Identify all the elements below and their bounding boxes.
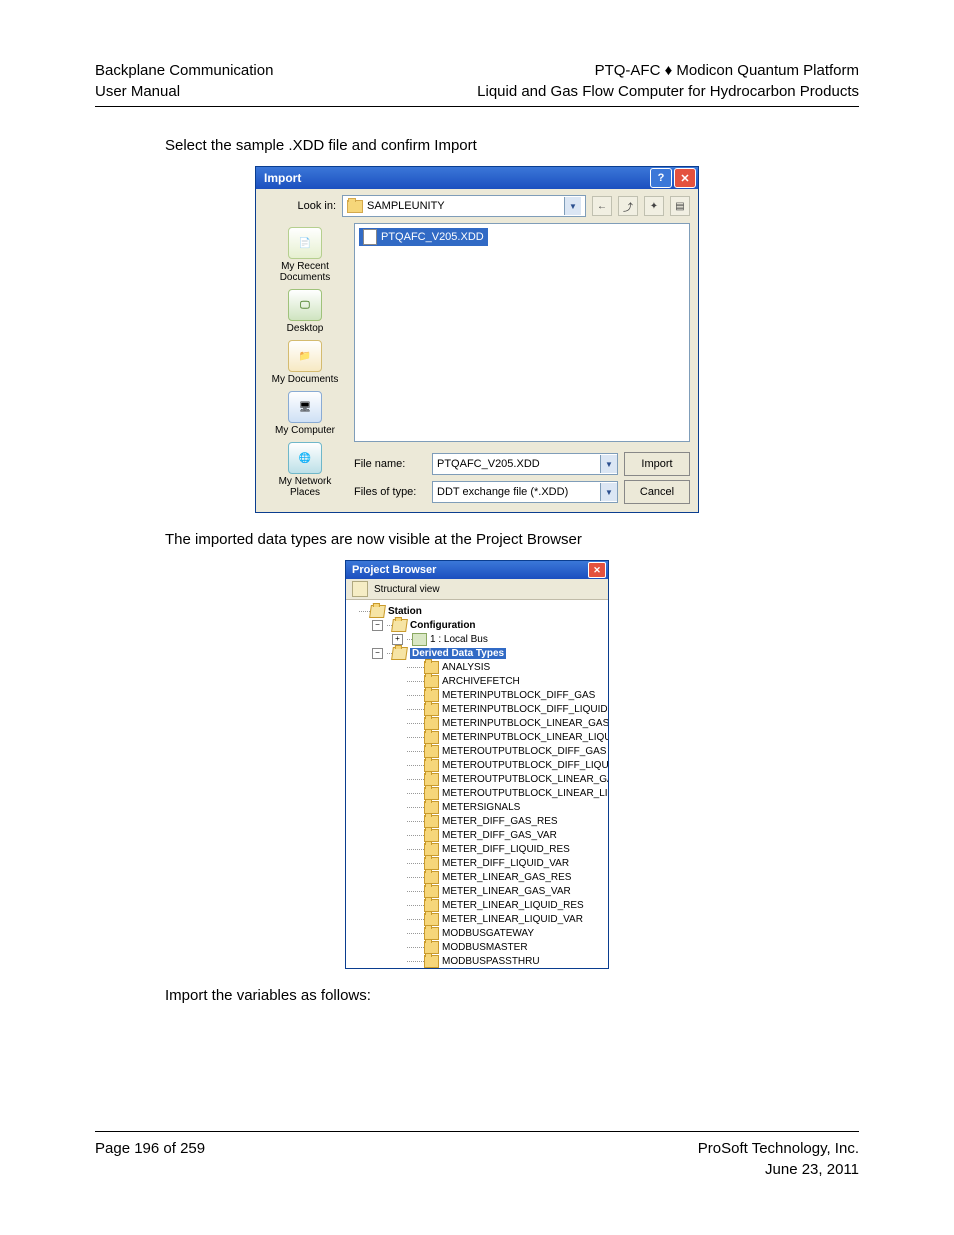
folder-icon <box>347 200 363 213</box>
tree-row[interactable]: ·········METEROUTPUTBLOCK_DIFF_LIQUID <box>352 758 608 772</box>
look-in-label: Look in: <box>264 200 336 212</box>
project-tree[interactable]: ······Station−···Configuration+···1 : Lo… <box>346 600 608 968</box>
file-name-label: File name: <box>354 458 426 470</box>
instruction-text-1: Select the sample .XDD file and confirm … <box>165 137 859 154</box>
footer-company: ProSoft Technology, Inc. <box>698 1138 859 1159</box>
project-browser-window: Project Browser ✕ Structural view ······… <box>345 560 609 969</box>
project-browser-titlebar[interactable]: Project Browser ✕ <box>346 561 608 579</box>
toolbar-label: Structural view <box>374 584 440 595</box>
tree-row[interactable]: ·········METEROUTPUTBLOCK_DIFF_GAS <box>352 744 608 758</box>
tree-row[interactable]: ·········METER_DIFF_GAS_VAR <box>352 828 608 842</box>
place-recent[interactable]: 📄My Recent Documents <box>264 227 346 283</box>
structural-view-icon[interactable] <box>352 581 368 597</box>
back-icon[interactable]: ← <box>592 196 612 216</box>
folder-open-icon <box>391 619 408 632</box>
minus-icon[interactable]: − <box>372 620 383 631</box>
file-icon <box>363 229 377 245</box>
new-folder-icon[interactable]: ✦ <box>644 196 664 216</box>
file-list[interactable]: PTQAFC_V205.XDD <box>354 223 690 442</box>
import-button[interactable]: Import <box>624 452 690 476</box>
tree-row[interactable]: ·········ANALYSIS <box>352 660 608 674</box>
place-network[interactable]: 🌐My Network Places <box>264 442 346 498</box>
views-icon[interactable]: ▤ <box>670 196 690 216</box>
tree-row[interactable]: ·········ARCHIVEFETCH <box>352 674 608 688</box>
close-icon[interactable]: ✕ <box>674 168 696 188</box>
tree-row[interactable]: ·········METERINPUTBLOCK_LINEAR_LIQUID <box>352 730 608 744</box>
dialog-title: Import <box>264 171 301 185</box>
tree-row[interactable]: ·········METERINPUTBLOCK_LINEAR_GAS <box>352 716 608 730</box>
chevron-down-icon[interactable]: ▼ <box>600 483 617 501</box>
tree-row[interactable]: ·········METER_LINEAR_GAS_RES <box>352 870 608 884</box>
tree-row[interactable]: ·········METERSIGNALS <box>352 800 608 814</box>
close-icon[interactable]: ✕ <box>588 562 606 578</box>
import-dialog: Import ? ✕ Look in: SAMPLEUNITY ▼ ← ⤴ ✦ … <box>255 166 699 513</box>
page-footer: Page 196 of 259 ProSoft Technology, Inc.… <box>95 1131 859 1180</box>
chevron-down-icon[interactable]: ▼ <box>600 455 617 473</box>
look-in-combo[interactable]: SAMPLEUNITY ▼ <box>342 195 586 217</box>
files-type-label: Files of type: <box>354 486 426 498</box>
dialog-titlebar[interactable]: Import ? ✕ <box>256 167 698 189</box>
tree-row[interactable]: ·········MODBUSMASTER <box>352 940 608 954</box>
tree-row[interactable]: −···Derived Data Types <box>352 646 608 660</box>
help-icon[interactable]: ? <box>650 168 672 188</box>
tree-row[interactable]: ·········MODBUSPASSTHRU <box>352 954 608 968</box>
tree-row[interactable]: ·········METER_LINEAR_LIQUID_RES <box>352 898 608 912</box>
tree-row[interactable]: ·········METEROUTPUTBLOCK_LINEAR_LIQUID <box>352 786 608 800</box>
tree-row[interactable]: ·········METEROUTPUTBLOCK_LINEAR_GAS <box>352 772 608 786</box>
tree-row[interactable]: ·········METER_LINEAR_LIQUID_VAR <box>352 912 608 926</box>
tree-row[interactable]: −···Configuration <box>352 618 608 632</box>
look-in-value: SAMPLEUNITY <box>367 200 445 212</box>
tree-row[interactable]: ·········METER_DIFF_LIQUID_VAR <box>352 856 608 870</box>
instruction-text-2: The imported data types are now visible … <box>165 531 859 548</box>
minus-icon[interactable]: − <box>372 648 383 659</box>
tree-row[interactable]: ·········METERINPUTBLOCK_DIFF_GAS <box>352 688 608 702</box>
footer-date: June 23, 2011 <box>698 1159 859 1180</box>
header-left-1: Backplane Communication <box>95 60 273 81</box>
files-type-combo[interactable]: DDT exchange file (*.XDD) ▼ <box>432 481 618 503</box>
chevron-down-icon[interactable]: ▼ <box>564 197 581 215</box>
plus-icon[interactable]: + <box>392 634 403 645</box>
instruction-text-3: Import the variables as follows: <box>165 987 859 1004</box>
page-header: Backplane Communication User Manual PTQ-… <box>95 60 859 107</box>
header-right-2: Liquid and Gas Flow Computer for Hydroca… <box>477 81 859 102</box>
folder-open-icon <box>391 647 408 660</box>
tree-row[interactable]: ·········METER_DIFF_LIQUID_RES <box>352 842 608 856</box>
tree-row[interactable]: ·········METER_LINEAR_GAS_VAR <box>352 884 608 898</box>
place-mydocs[interactable]: 📁My Documents <box>272 340 339 385</box>
tree-row[interactable]: +···1 : Local Bus <box>352 632 608 646</box>
file-item-selected[interactable]: PTQAFC_V205.XDD <box>359 228 488 246</box>
header-left-2: User Manual <box>95 81 273 102</box>
place-mycomputer[interactable]: 🖥My Computer <box>275 391 335 436</box>
tree-row[interactable]: ·········MODBUSGATEWAY <box>352 926 608 940</box>
bus-icon <box>412 633 427 646</box>
cancel-button[interactable]: Cancel <box>624 480 690 504</box>
up-folder-icon[interactable]: ⤴ <box>618 196 638 216</box>
header-right-1: PTQ-AFC ♦ Modicon Quantum Platform <box>477 60 859 81</box>
places-bar: 📄My Recent Documents 🖵Desktop 📁My Docume… <box>264 223 346 504</box>
file-name-input[interactable]: PTQAFC_V205.XDD ▼ <box>432 453 618 475</box>
tree-row[interactable]: ·········METERINPUTBLOCK_DIFF_LIQUID <box>352 702 608 716</box>
folder-open-icon <box>369 605 386 618</box>
project-browser-title: Project Browser <box>352 564 436 576</box>
footer-page: Page 196 of 259 <box>95 1138 205 1180</box>
tree-row[interactable]: ······Station <box>352 604 608 618</box>
tree-row[interactable]: ·········METER_DIFF_GAS_RES <box>352 814 608 828</box>
place-desktop[interactable]: 🖵Desktop <box>287 289 324 334</box>
project-browser-toolbar: Structural view <box>346 579 608 600</box>
